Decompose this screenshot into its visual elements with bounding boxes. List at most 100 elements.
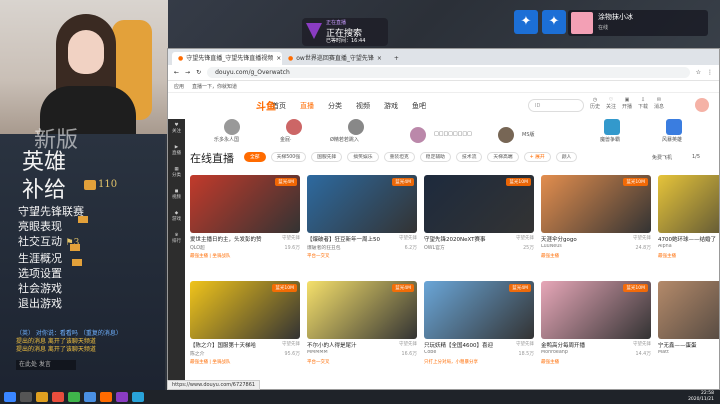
- streamer-name[interactable]: MMMMM: [307, 350, 377, 355]
- app-icon[interactable]: [68, 392, 80, 402]
- live-title[interactable]: 不尔小的人得是尾汁: [307, 341, 385, 349]
- menu-item-social-games[interactable]: 社会游戏: [18, 281, 84, 296]
- streamer-name[interactable]: LuuNeus: [541, 244, 611, 249]
- url-input[interactable]: douyu.com/g_Overwatch: [207, 67, 690, 78]
- menu-item-options[interactable]: 选项设置: [18, 266, 84, 281]
- live-thumbnail[interactable]: 蓝光4M: [658, 175, 719, 233]
- live-thumbnail[interactable]: 蓝光10M: [424, 175, 534, 233]
- follow-icon[interactable]: ♡ 关注: [604, 97, 618, 110]
- filter-chip[interactable]: 颜人: [555, 152, 578, 162]
- tab-overwatch-live[interactable]: ● 守望先锋直播_守望先锋直播视频 ×: [172, 52, 282, 65]
- live-card[interactable]: 蓝光10M 金鸭高分每周开播 守望先锋 Monroeanp 14.4万 最强主播: [541, 281, 651, 385]
- live-title[interactable]: 只玩妖精【全国4600】喜迎: [424, 341, 502, 349]
- star-icon[interactable]: ☆: [696, 69, 701, 76]
- site-search-input[interactable]: ID: [528, 99, 584, 112]
- avatar[interactable]: [498, 127, 514, 143]
- streamer-name[interactable]: Monroeanp: [541, 350, 611, 355]
- live-thumbnail[interactable]: 蓝光4M: [190, 175, 300, 233]
- app-icon[interactable]: [100, 392, 112, 402]
- expand-filters-button[interactable]: + 展开: [523, 152, 551, 162]
- live-thumbnail[interactable]: 蓝光4M: [307, 281, 417, 339]
- live-card[interactable]: 蓝光10M 【陈之介】国服第十天梯哈 守望先锋 陈之介 95.6万 最强主播 | 坐骑战队: [190, 281, 300, 385]
- live-title[interactable]: 【爆破者】狂豆新年一周上50: [307, 235, 385, 243]
- start-icon[interactable]: [4, 392, 16, 402]
- forward-icon[interactable]: →: [185, 69, 190, 76]
- streamer-name[interactable]: QLO超: [190, 244, 260, 251]
- broadcast-icon[interactable]: ▣ 开播: [620, 97, 634, 110]
- sidebar-item-game[interactable]: ◆ 游戏: [168, 207, 185, 229]
- filter-chip[interactable]: 天梯高端: [487, 152, 519, 162]
- history-icon[interactable]: ◷ 历史: [588, 97, 602, 110]
- live-category[interactable]: 守望先锋: [633, 235, 651, 241]
- followed-name[interactable]: 乐多永人国: [214, 136, 239, 143]
- avatar[interactable]: [348, 119, 364, 135]
- live-thumbnail[interactable]: 蓝光4M: [307, 175, 417, 233]
- live-card[interactable]: 蓝光10M 天涯伞分gogo 守望先锋 LuuNeus 24.8万 最强主播: [541, 175, 651, 279]
- system-clock[interactable]: 22:58 2020/11/21: [688, 391, 714, 403]
- filter-chip[interactable]: 稳定辅助: [419, 152, 451, 162]
- category-name[interactable]: 风暴英雄: [662, 136, 682, 143]
- live-title[interactable]: 宁无鑫——蛋蛋: [658, 341, 719, 349]
- live-card[interactable]: 蓝光10M 守望先锋2020NeXT赛事 守望先锋 OWL官方 25万: [424, 175, 534, 279]
- filter-chip[interactable]: 全部: [244, 152, 266, 162]
- avatar[interactable]: [410, 127, 426, 143]
- filter-chip[interactable]: 天梯500强: [270, 152, 307, 162]
- heroes-icon[interactable]: [666, 119, 682, 135]
- new-tab-button[interactable]: +: [388, 52, 405, 65]
- live-category[interactable]: 守望先锋: [282, 341, 300, 347]
- live-card[interactable]: 蓝光4M 【爆破者】狂豆新年一周上50 守望先锋 爆破者的狂丑包 6.2万 平台一交叉: [307, 175, 417, 279]
- chat-input[interactable]: 在此处 发言: [16, 360, 76, 370]
- followed-name[interactable]: Ø精若若跳入: [330, 136, 359, 143]
- streamer-name[interactable]: Alpha: [658, 244, 719, 249]
- reload-icon[interactable]: ↻: [196, 69, 201, 76]
- menu-item-exit[interactable]: 退出游戏: [18, 296, 84, 311]
- sidebar-item-category[interactable]: ▦ 分类: [168, 163, 185, 185]
- filter-chip[interactable]: 技术流: [455, 152, 483, 162]
- sort-option[interactable]: 免费飞机: [652, 154, 672, 161]
- live-category[interactable]: 守望先锋: [633, 341, 651, 347]
- avatar[interactable]: [224, 119, 240, 135]
- folder-icon[interactable]: [36, 392, 48, 402]
- live-title[interactable]: 4700她环球——结婚了: [658, 235, 719, 243]
- back-icon[interactable]: ←: [174, 69, 179, 76]
- nav-yuba[interactable]: 鱼吧: [412, 101, 426, 111]
- live-card[interactable]: 蓝光4M 不尔小的人得是尾汁 守望先锋 MMMMM 16.6万 平台一交叉: [307, 281, 417, 385]
- streamer-name[interactable]: 陈之介: [190, 350, 260, 357]
- followed-name[interactable]: MS版: [522, 131, 535, 138]
- live-card[interactable]: 蓝光4M 只玩妖精【全国4600】喜迎 守望先锋 Cobe 18.5万 只打上分对局，小粗…: [424, 281, 534, 385]
- streamer-name[interactable]: Matt: [658, 350, 719, 355]
- hud-supply-label[interactable]: 补给: [22, 172, 66, 204]
- search-icon[interactable]: [20, 392, 32, 402]
- filter-chip[interactable]: 搞笑娱乐: [347, 152, 379, 162]
- live-thumbnail[interactable]: 蓝光4M: [424, 281, 534, 339]
- live-category[interactable]: 守望先锋: [516, 235, 534, 241]
- live-title[interactable]: 金鸭高分每周开播: [541, 341, 619, 349]
- sidebar-item-video[interactable]: ◼ 视频: [168, 185, 185, 207]
- sidebar-item-follow[interactable]: ♥ 关注: [168, 119, 185, 141]
- sidebar-item-live[interactable]: ▶ 直播: [168, 141, 185, 163]
- live-card[interactable]: 蓝光4M4700她环球——结婚了守望先锋Alpha8.9万最强主播: [658, 175, 719, 279]
- warcraft-icon[interactable]: [604, 119, 620, 135]
- live-title[interactable]: 天涯伞分gogo: [541, 235, 619, 243]
- douyu-logo[interactable]: 斗鱼: [256, 98, 276, 113]
- category-name[interactable]: 魔兽争霸: [600, 136, 620, 143]
- menu-item-league[interactable]: 守望先锋联赛: [18, 204, 84, 219]
- nav-category[interactable]: 分类: [328, 101, 342, 111]
- nav-live[interactable]: 直播: [300, 101, 314, 111]
- live-title[interactable]: 【陈之介】国服第十天梯哈: [190, 341, 268, 349]
- user-avatar[interactable]: [695, 98, 709, 112]
- live-category[interactable]: 守望先锋: [399, 341, 417, 347]
- live-category[interactable]: 守望先锋: [282, 235, 300, 241]
- live-category[interactable]: 守望先锋: [399, 235, 417, 241]
- followed-name[interactable]: 金屁·: [280, 136, 292, 143]
- nav-video[interactable]: 视频: [356, 101, 370, 111]
- app-icon[interactable]: [116, 392, 128, 402]
- streamer-name[interactable]: 爆破者的狂丑包: [307, 244, 377, 251]
- menu-icon[interactable]: ⋮: [707, 69, 713, 76]
- bookmark-baidu[interactable]: 直播一下，你就知道: [192, 83, 237, 90]
- filter-chip[interactable]: 国服先锋: [311, 152, 343, 162]
- streamer-name[interactable]: OWL官方: [424, 244, 494, 251]
- sidebar-item-rank[interactable]: ♛ 排行: [168, 229, 185, 251]
- live-thumbnail[interactable]: 蓝光10M: [541, 281, 651, 339]
- live-thumbnail[interactable]: 蓝光4M: [658, 281, 719, 339]
